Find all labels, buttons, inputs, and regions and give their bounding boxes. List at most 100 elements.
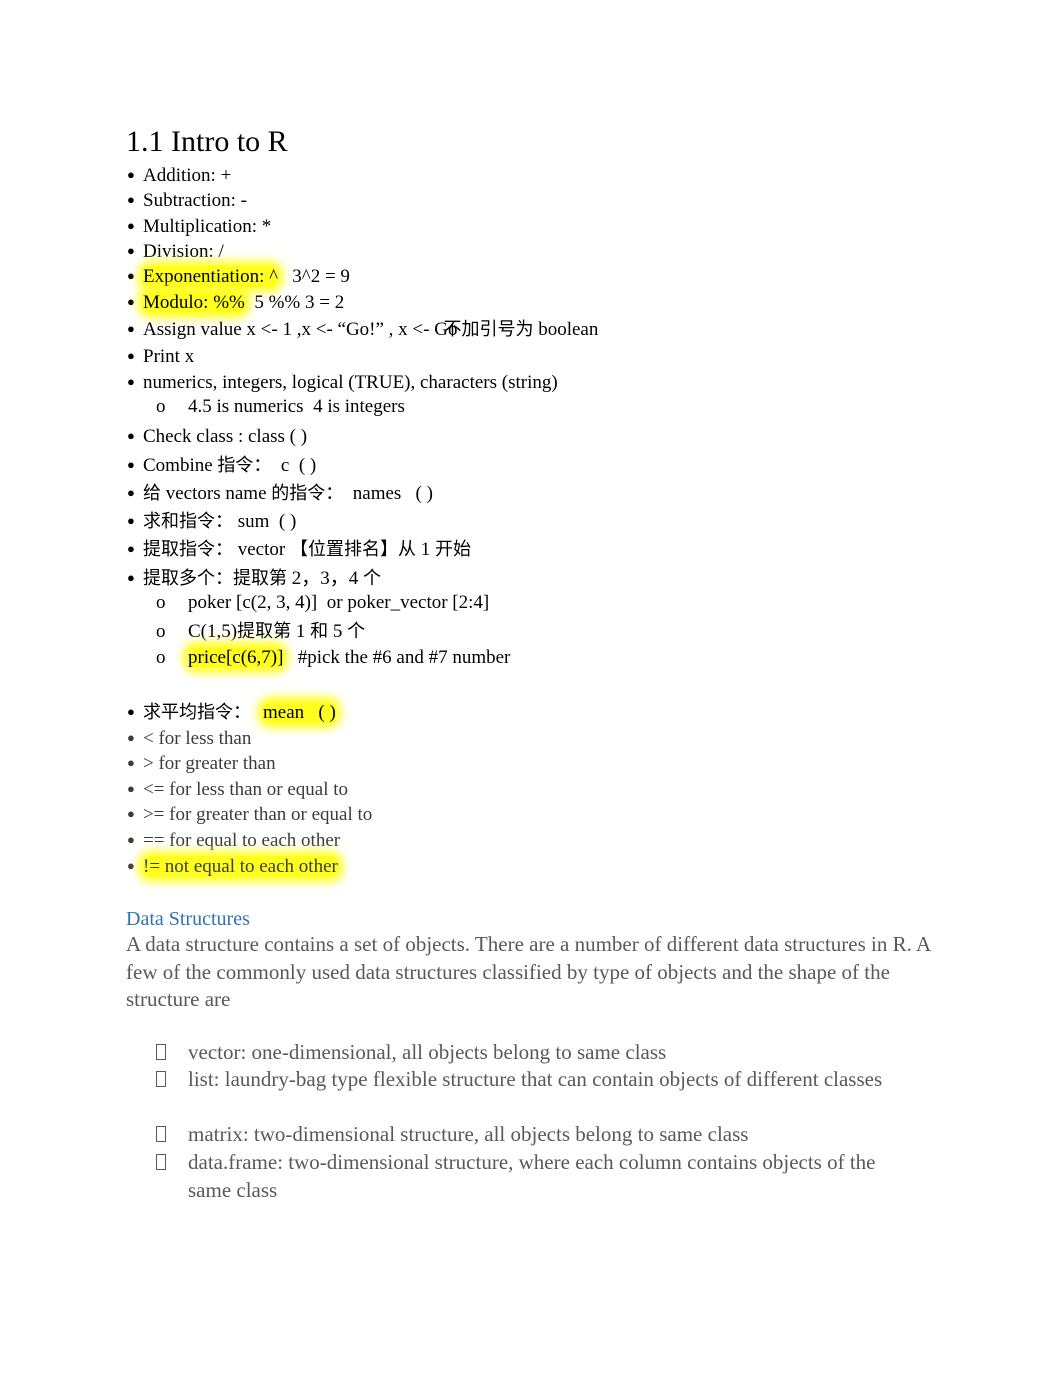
page-title: 1.1 Intro to R (126, 125, 288, 158)
cjk-text: 求和指令： (143, 511, 233, 532)
bullet-icon: ● (127, 485, 135, 500)
list-item: ● >= for greater than or equal to (127, 802, 372, 827)
sub-bullet-icon: o (156, 647, 166, 668)
sub-bullet-icon: o (156, 621, 166, 642)
bullet-icon: ● (127, 832, 135, 847)
list-item: ● 求平均指令： mean ( ) (127, 700, 336, 725)
item-text: 5 %% 3 = 2 (244, 292, 345, 313)
list-item: ● Combine 指令： c ( ) (127, 453, 316, 478)
bullet-icon: ● (127, 294, 135, 309)
missing-glyph-icon (156, 1044, 166, 1060)
item-text: >= for greater than or equal to (143, 804, 373, 825)
cjk-text: 给 (143, 483, 161, 504)
item-text: C(1,5) (188, 621, 238, 642)
section-paragraph: A data structure contains a set of objec… (126, 932, 930, 1011)
highlighted-text: Exponentiation: ^ (143, 266, 279, 287)
item-text: 1 (415, 539, 435, 560)
list-item: ● != not equal to each other (127, 854, 338, 879)
cjk-text: 提取指令： (143, 539, 233, 560)
sub-list-item: o 4.5 is numerics 4 is integers (156, 395, 405, 419)
bullet-icon: ● (127, 730, 135, 745)
highlighted-text: Modulo: %% (143, 292, 245, 313)
bullet-icon: ● (127, 192, 135, 207)
sub-list-item: o poker [c(2, 3, 4)] or poker_vector [2:4… (156, 591, 489, 615)
bullet-icon: ● (127, 268, 135, 283)
item-text: c ( ) (271, 455, 317, 476)
bullet-icon: ● (127, 374, 135, 389)
list-item: ● Multiplication: * (127, 214, 271, 239)
sub-list-item: o price[c(6,7)] #pick the #6 and #7 numbe… (156, 646, 510, 670)
item-text: vector: one-dimensional, all objects bel… (188, 1040, 667, 1064)
list-item: ● Subtraction: - (127, 188, 247, 213)
list-item: ● Division: / (127, 239, 224, 264)
list-item: ● < for less than (127, 726, 251, 751)
bullet-icon: ● (127, 781, 135, 796)
list-item: ● numerics, integers, logical (TRUE), cha… (127, 370, 558, 395)
cjk-text: 不加引号为 (443, 319, 534, 340)
list-item: ● Addition: + (127, 163, 231, 188)
list-item: ● 给 vectors name 的指令： names ( ) (127, 481, 433, 506)
list-item: ● == for equal to each other (127, 828, 340, 853)
item-text: 1 (291, 621, 311, 642)
list-item: matrix: two-dimensional structure, all o… (156, 1121, 916, 1149)
item-text: #pick the #6 and #7 number (283, 647, 511, 668)
sub-list-item: o C(1,5)提取第 1 和 5 个 (156, 620, 365, 644)
list-item: ● Print x (127, 344, 194, 369)
cjk-text: 和 (310, 621, 329, 642)
list-item: ● 求和指令： sum ( ) (127, 509, 296, 534)
list-item: ● > for greater than (127, 751, 276, 776)
item-text: Check class : class ( ) (143, 426, 308, 447)
bullet-icon: ● (127, 704, 135, 719)
list-item: ● 提取多个：提取第 2，3，4 个 (127, 566, 381, 591)
cjk-text: 开始 (434, 539, 471, 560)
bullet-icon: ● (127, 457, 135, 472)
item-text: > for greater than (143, 753, 276, 774)
cjk-text: 【位置排名】从 (289, 539, 416, 560)
item-text: vector (233, 539, 290, 560)
list-item: ● <= for less than or equal to (127, 777, 348, 802)
item-text: Assign value x <- 1 ,x <- “Go!” , x <- G… (143, 319, 458, 340)
item-text: Multiplication: * (143, 216, 272, 237)
highlighted-text: mean ( ) (263, 702, 336, 723)
bullet-icon: ● (127, 243, 135, 258)
list-item: vector: one-dimensional, all objects bel… (156, 1039, 916, 1067)
item-text: data.frame: two-dimensional structure, w… (188, 1150, 876, 1202)
missing-glyph-icon (156, 1154, 166, 1170)
item-text: poker [c(2, 3, 4)] or poker_vector [2:4] (188, 592, 490, 613)
item-text: Subtraction: - (143, 190, 247, 211)
item-text: <= for less than or equal to (143, 779, 349, 800)
item-text: Division: / (143, 241, 224, 262)
item-text: Combine (143, 455, 218, 476)
list-item: ● Assign value x <- 1 ,x <- “Go!” , x <- … (127, 317, 598, 342)
bullet-icon: ● (127, 570, 135, 585)
bullet-icon: ● (127, 348, 135, 363)
bullet-icon: ● (127, 428, 135, 443)
item-text: Print x (143, 346, 195, 367)
item-text: 3^2 = 9 (278, 266, 350, 287)
item-text: numerics, integers, logical (TRUE), char… (143, 372, 558, 393)
cjk-text: 个 (363, 568, 382, 589)
bullet-icon: ● (127, 321, 135, 336)
cjk-text: 个 (347, 621, 366, 642)
item-text: sum ( ) (233, 511, 297, 532)
bullet-icon: ● (127, 806, 135, 821)
list-item: ● Exponentiation: ^ 3^2 = 9 (127, 264, 350, 289)
cjk-text: 提取多个：提取第 (143, 568, 287, 589)
cjk-text: 求平均指令： (143, 702, 251, 723)
item-text: < for less than (143, 728, 252, 749)
sub-bullet-icon: o (156, 396, 166, 417)
missing-glyph-icon (156, 1071, 166, 1087)
item-text: vectors name (161, 483, 272, 504)
bullet-icon: ● (127, 218, 135, 233)
item-text: names ( ) (343, 483, 433, 504)
sub-bullet-icon: o (156, 592, 166, 613)
item-text: 5 (328, 621, 348, 642)
list-item: ● Modulo: %% 5 %% 3 = 2 (127, 290, 344, 315)
section-heading: Data Structures (126, 908, 250, 930)
bullet-icon: ● (127, 755, 135, 770)
item-text: 2，3，4 (287, 568, 364, 589)
item-text: list: laundry-bag type flexible structur… (188, 1067, 883, 1091)
cjk-text: 指令： (217, 455, 272, 476)
item-text: 4.5 is numerics 4 is integers (188, 396, 405, 417)
highlighted-text: price[c(6,7)] (188, 647, 284, 668)
